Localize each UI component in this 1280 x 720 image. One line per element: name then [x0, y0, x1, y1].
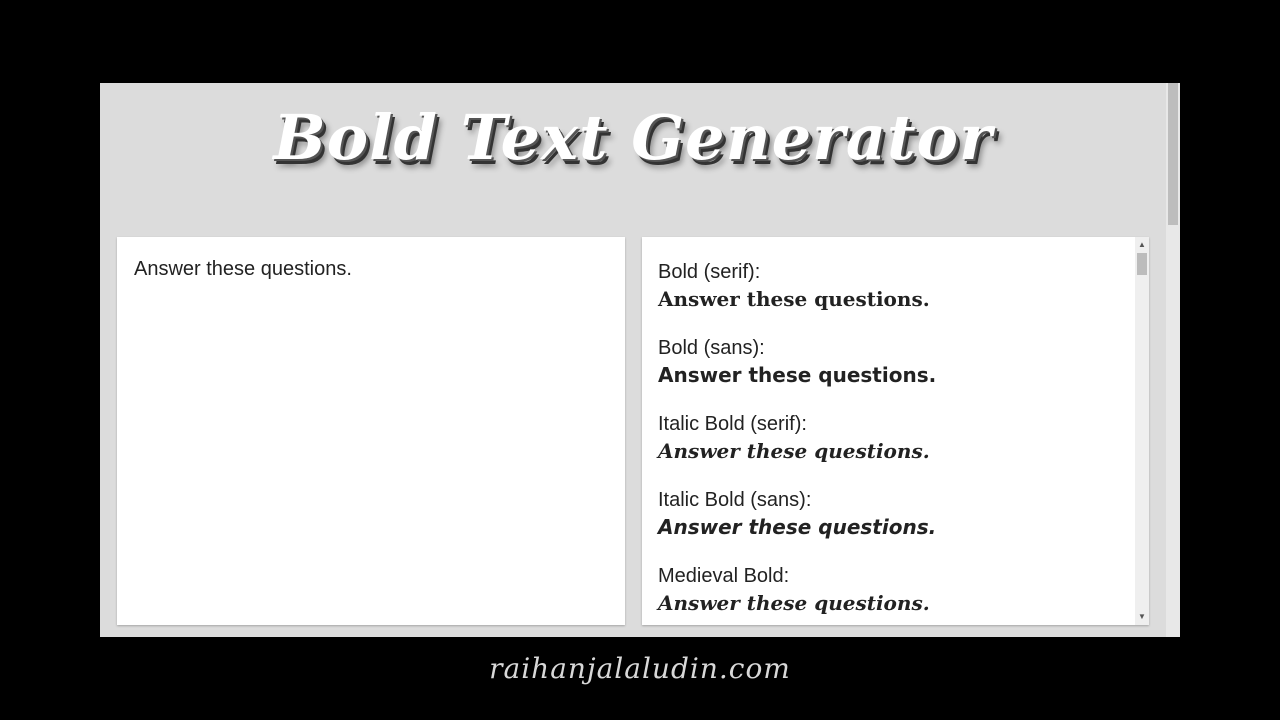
result-text[interactable]: Answer these questions.: [658, 590, 1149, 617]
result-text[interactable]: Answer these questions.: [658, 362, 1149, 389]
result-label: Bold (serif):: [658, 261, 761, 283]
result-bold-sans: Bold (sans): Answer these questions.: [658, 334, 1149, 389]
triangle-up-icon[interactable]: ▲: [1135, 239, 1149, 251]
result-label: Bold (sans):: [658, 337, 765, 359]
result-bold-serif: Bold (serif): Answer these questions.: [658, 258, 1149, 313]
input-panel: Answer these questions.: [117, 237, 625, 625]
input-textarea[interactable]: Answer these questions.: [134, 258, 608, 604]
result-medieval-bold: Medieval Bold: Answer these questions.: [658, 562, 1149, 617]
output-scrollbar[interactable]: ▲ ▼: [1135, 237, 1149, 625]
result-label: Medieval Bold:: [658, 565, 790, 587]
page-scrollbar[interactable]: [1166, 83, 1180, 637]
output-panel: Bold (serif): Answer these questions. Bo…: [642, 237, 1149, 625]
browser-window: Bold Text Generator Answer these questio…: [100, 83, 1180, 637]
output-content: Bold (serif): Answer these questions. Bo…: [642, 237, 1149, 617]
output-scrollbar-thumb[interactable]: [1137, 253, 1147, 275]
result-text[interactable]: Answer these questions.: [658, 438, 1149, 465]
result-label: Italic Bold (serif):: [658, 413, 807, 435]
result-italic-bold-sans: Italic Bold (sans): Answer these questio…: [658, 486, 1149, 541]
page-scrollbar-thumb[interactable]: [1168, 83, 1178, 225]
watermark: raihanjalaludin.com: [489, 652, 791, 685]
triangle-down-icon[interactable]: ▼: [1135, 611, 1149, 623]
page-title: Bold Text Generator: [273, 101, 993, 174]
result-italic-bold-serif: Italic Bold (serif): Answer these questi…: [658, 410, 1149, 465]
result-text[interactable]: Answer these questions.: [658, 514, 1149, 541]
result-text[interactable]: Answer these questions.: [658, 286, 1149, 313]
result-label: Italic Bold (sans):: [658, 489, 812, 511]
